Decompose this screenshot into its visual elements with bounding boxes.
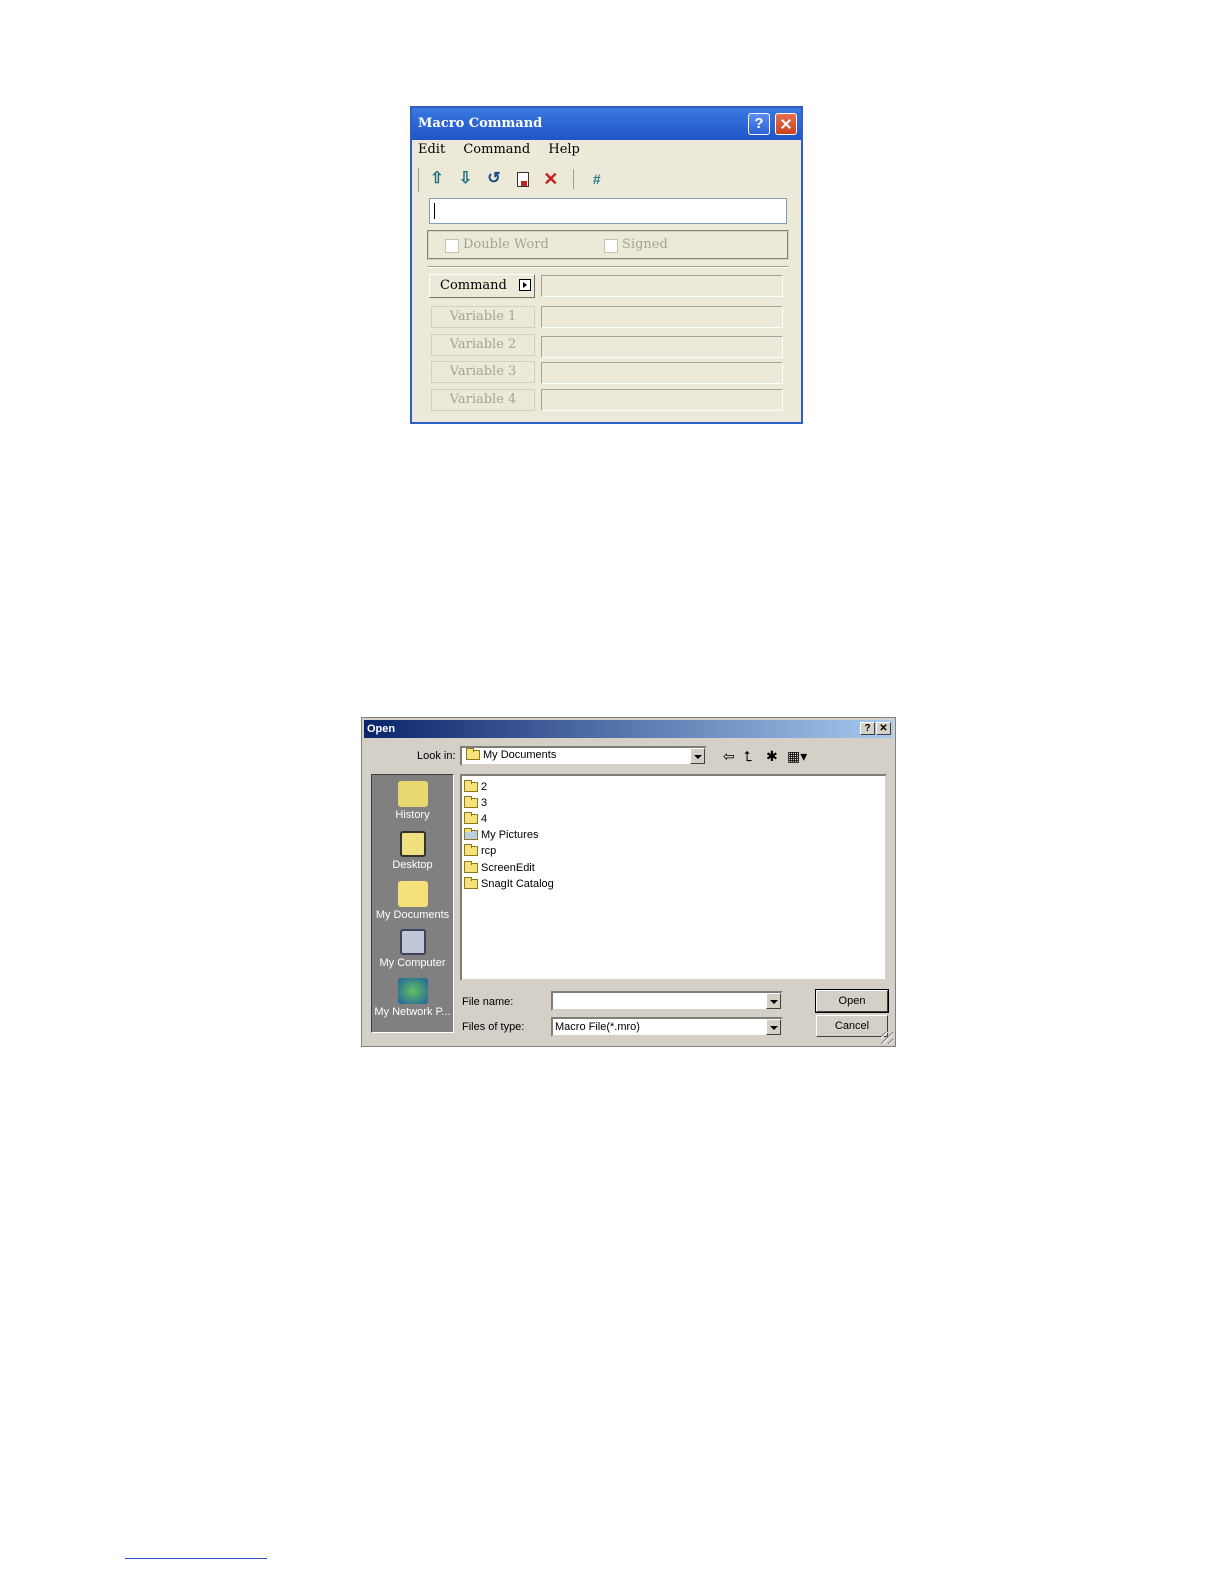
place-label: My Computer bbox=[379, 957, 446, 969]
close-button[interactable] bbox=[775, 113, 797, 135]
place-desktop[interactable]: Desktop bbox=[372, 831, 453, 871]
menu-bar: Edit Command Help bbox=[418, 142, 594, 162]
look-in-value: My Documents bbox=[483, 749, 557, 761]
file-name: rcp bbox=[481, 845, 497, 857]
submenu-arrow-icon bbox=[519, 279, 531, 291]
command-text-input[interactable] bbox=[429, 198, 787, 224]
back-arrow-icon[interactable]: ⇦ bbox=[723, 748, 735, 764]
folder-icon bbox=[464, 844, 478, 857]
list-item[interactable]: 4 bbox=[464, 811, 487, 827]
files-of-type-label: Files of type: bbox=[462, 1021, 525, 1033]
file-name-field[interactable] bbox=[551, 991, 783, 1011]
document-icon[interactable] bbox=[510, 168, 534, 190]
dropdown-arrow-icon[interactable] bbox=[766, 1019, 781, 1035]
view-menu-icon[interactable]: ▦▾ bbox=[787, 748, 807, 764]
double-word-checkbox[interactable] bbox=[445, 239, 459, 253]
file-name: 3 bbox=[481, 797, 488, 809]
signed-label: Signed bbox=[622, 237, 668, 252]
file-name: SnagIt Catalog bbox=[481, 878, 554, 890]
options-group: Double Word Signed bbox=[427, 230, 789, 260]
variable-3-button[interactable]: Variable 3 bbox=[431, 361, 535, 383]
folder-icon bbox=[466, 748, 480, 761]
menu-edit[interactable]: Edit bbox=[418, 142, 445, 157]
list-item[interactable]: SnagIt Catalog bbox=[464, 876, 554, 892]
open-button[interactable]: Open bbox=[815, 989, 889, 1013]
variable-3-field[interactable] bbox=[541, 362, 783, 384]
folder-icon bbox=[464, 861, 478, 874]
place-my-computer[interactable]: My Computer bbox=[372, 929, 453, 969]
place-my-documents[interactable]: My Documents bbox=[372, 881, 453, 921]
variable-4-field[interactable] bbox=[541, 389, 783, 411]
desktop-icon bbox=[399, 831, 426, 857]
cancel-button[interactable]: Cancel bbox=[816, 1015, 888, 1037]
move-up-icon[interactable]: ⇧ bbox=[425, 168, 449, 190]
section-divider bbox=[427, 266, 789, 268]
list-item[interactable]: rcp bbox=[464, 843, 496, 859]
place-label: My Documents bbox=[375, 909, 450, 921]
my-documents-icon bbox=[397, 881, 428, 907]
delete-icon[interactable]: ✕ bbox=[539, 168, 563, 190]
file-list[interactable]: 2 3 4 My Pictures rcp ScreenEdit SnagIt … bbox=[460, 774, 887, 981]
footnote-divider bbox=[125, 1558, 267, 1559]
macro-command-dialog: Macro Command ? Edit Command Help ⇧ ⇩ ↺ … bbox=[410, 106, 803, 424]
dropdown-arrow-icon[interactable] bbox=[690, 748, 705, 764]
place-label: My Network P... bbox=[374, 1006, 451, 1018]
variable-1-button[interactable]: Variable 1 bbox=[431, 306, 535, 328]
file-name: 4 bbox=[481, 813, 488, 825]
macro-dialog-title: Macro Command bbox=[418, 116, 543, 131]
place-label: Desktop bbox=[392, 859, 433, 871]
files-of-type-value: Macro File(*.mro) bbox=[555, 1021, 640, 1033]
dropdown-arrow-icon[interactable] bbox=[766, 993, 781, 1009]
folder-icon bbox=[464, 877, 478, 890]
hash-icon[interactable]: # bbox=[585, 168, 609, 190]
open-file-dialog: Open ? ✕ Look in: My Documents ⇦ ⮤ ✱ ▦▾ … bbox=[361, 717, 896, 1047]
macro-titlebar[interactable]: Macro Command ? bbox=[412, 108, 801, 140]
double-word-label: Double Word bbox=[463, 237, 549, 252]
variable-2-button[interactable]: Variable 2 bbox=[431, 334, 535, 356]
look-in-dropdown[interactable]: My Documents bbox=[460, 746, 707, 766]
folder-icon bbox=[464, 780, 478, 793]
place-history[interactable]: History bbox=[372, 781, 453, 821]
command-field[interactable] bbox=[541, 275, 783, 297]
open-titlebar[interactable]: Open ? ✕ bbox=[364, 720, 893, 738]
file-name: My Pictures bbox=[481, 829, 539, 841]
file-name: ScreenEdit bbox=[481, 862, 535, 874]
menu-help[interactable]: Help bbox=[548, 142, 580, 157]
list-item[interactable]: 3 bbox=[464, 795, 487, 811]
list-item[interactable]: My Pictures bbox=[464, 827, 538, 843]
command-button[interactable]: Command bbox=[429, 274, 535, 298]
menu-command[interactable]: Command bbox=[463, 142, 530, 157]
new-folder-icon[interactable]: ✱ bbox=[766, 748, 778, 764]
up-folder-icon[interactable]: ⮤ bbox=[744, 748, 752, 764]
my-network-icon bbox=[397, 978, 428, 1004]
places-bar: History Desktop My Documents My Computer… bbox=[371, 774, 454, 1033]
history-icon bbox=[397, 781, 428, 807]
list-item[interactable]: 2 bbox=[464, 779, 487, 795]
place-my-network[interactable]: My Network P... bbox=[372, 978, 453, 1018]
refresh-icon[interactable]: ↺ bbox=[482, 168, 506, 190]
help-button[interactable]: ? bbox=[748, 113, 770, 135]
move-down-icon[interactable]: ⇩ bbox=[453, 168, 477, 190]
files-of-type-dropdown[interactable]: Macro File(*.mro) bbox=[551, 1017, 783, 1037]
help-button[interactable]: ? bbox=[860, 722, 875, 735]
my-computer-icon bbox=[399, 929, 426, 955]
command-button-label: Command bbox=[440, 278, 507, 293]
look-in-label: Look in: bbox=[417, 750, 456, 762]
close-button[interactable]: ✕ bbox=[876, 722, 891, 735]
list-item[interactable]: ScreenEdit bbox=[464, 860, 535, 876]
file-name-label: File name: bbox=[462, 996, 514, 1008]
folder-icon bbox=[464, 796, 478, 809]
toolbar-separator bbox=[573, 169, 575, 189]
folder-icon bbox=[464, 812, 478, 825]
variable-4-button[interactable]: Variable 4 bbox=[431, 389, 535, 411]
place-label: History bbox=[395, 809, 430, 821]
variable-2-field[interactable] bbox=[541, 336, 783, 358]
file-name: 2 bbox=[481, 781, 488, 793]
variable-1-field[interactable] bbox=[541, 306, 783, 328]
signed-checkbox[interactable] bbox=[604, 239, 618, 253]
pictures-folder-icon bbox=[464, 828, 478, 841]
resize-grip[interactable] bbox=[881, 1032, 893, 1044]
macro-toolbar: ⇧ ⇩ ↺ ✕ # bbox=[418, 168, 609, 192]
open-dialog-title: Open bbox=[367, 723, 396, 735]
